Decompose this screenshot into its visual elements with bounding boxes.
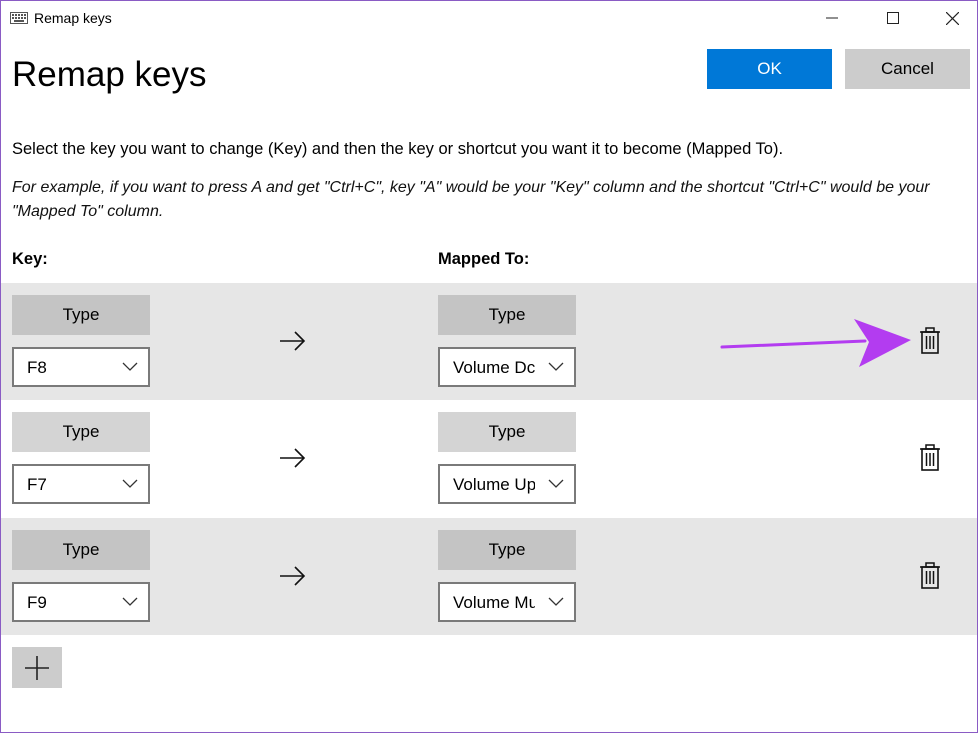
page-title: Remap keys [12,55,207,94]
mapped-type-button[interactable]: Type [438,295,576,335]
cancel-button[interactable]: Cancel [845,49,970,89]
plus-icon [25,655,49,680]
maximize-button[interactable] [870,1,916,35]
chevron-down-icon [548,597,564,606]
delete-trash-icon[interactable] [917,327,943,355]
chevron-down-icon [122,597,138,606]
arrow-right-icon [280,566,306,586]
keyboard-icon [10,12,28,24]
key-dropdown[interactable]: F8 [12,347,150,387]
key-dropdown-value: F7 [27,475,47,494]
key-dropdown-value: F9 [27,593,47,612]
mapped-dropdown[interactable]: Volume Mu [438,582,576,622]
mapped-dropdown[interactable]: Volume Up [438,464,576,504]
chevron-down-icon [122,362,138,371]
key-type-button[interactable]: Type [12,530,150,570]
arrow-right-icon [280,448,306,468]
ok-button[interactable]: OK [707,49,832,89]
delete-trash-icon[interactable] [917,444,943,472]
chevron-down-icon [548,479,564,488]
window-title: Remap keys [34,10,112,26]
mapped-dropdown-value: Volume Mu [453,593,535,612]
key-dropdown[interactable]: F9 [12,582,150,622]
minimize-button[interactable] [809,1,855,35]
mapped-type-button[interactable]: Type [438,530,576,570]
key-dropdown[interactable]: F7 [12,464,150,504]
key-type-button[interactable]: Type [12,412,150,452]
close-icon [945,11,959,25]
key-type-button[interactable]: Type [12,295,150,335]
maximize-icon [887,12,899,24]
annotation-arrow-icon [720,319,911,367]
minimize-icon [826,17,838,19]
title-bar: Remap keys [1,1,977,35]
chevron-down-icon [122,479,138,488]
mapping-row: Type F7 Type Volume Up [1,400,977,517]
chevron-down-icon [548,362,564,371]
key-dropdown-value: F8 [27,358,47,377]
mapped-dropdown-value: Volume Up [453,475,535,494]
instruction-text: Select the key you want to change (Key) … [12,140,784,158]
mapped-type-button[interactable]: Type [438,412,576,452]
mapped-dropdown-value: Volume Dc [453,358,535,377]
arrow-right-icon [280,331,306,351]
example-text: For example, if you want to press A and … [12,179,930,220]
close-button[interactable] [929,1,975,35]
delete-trash-icon[interactable] [917,562,943,590]
remap-keys-window: Remap keys Remap keys OK Cancel Select t… [0,0,978,733]
mapping-row: Type F9 Type Volume Mu [1,518,977,635]
add-mapping-button[interactable] [12,647,62,688]
mapped-dropdown[interactable]: Volume Dc [438,347,576,387]
key-column-header: Key: [12,250,48,268]
mapped-to-column-header: Mapped To: [438,250,530,268]
